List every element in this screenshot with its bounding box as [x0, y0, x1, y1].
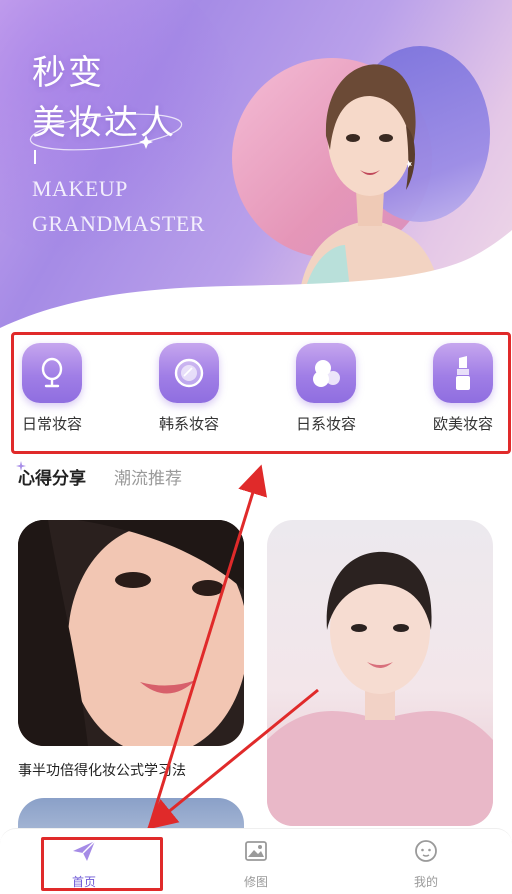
profile-face-icon: [415, 840, 437, 862]
nav-edit-photo[interactable]: 修图: [216, 839, 296, 890]
nav-label: 修图: [243, 875, 268, 889]
category-japanese-makeup[interactable]: 日系妆容: [276, 343, 376, 443]
nav-label: 首页: [71, 875, 96, 889]
category-label: 韩系妆容: [158, 415, 219, 433]
category-western-makeup[interactable]: 欧美妆容: [413, 343, 512, 443]
category-tile: [22, 343, 82, 403]
nav-home[interactable]: 首页: [44, 839, 124, 890]
tab-trend-recommend[interactable]: 潮流推荐: [114, 464, 182, 489]
puff-icon: [313, 360, 340, 387]
tab-experience-share[interactable]: 心得分享: [16, 461, 86, 489]
category-tile: [296, 343, 356, 403]
category-label: 日系妆容: [295, 415, 356, 433]
makeup-category-row: 日常妆容 韩系妆容 日系妆容 欧美妆容: [11, 332, 511, 454]
nav-label: 我的: [413, 875, 438, 889]
bottom-navigation: 首页 修图 我的: [0, 828, 512, 894]
banner-wave: [0, 230, 512, 340]
model-photo: [267, 551, 493, 826]
category-label: 日常妆容: [21, 415, 82, 433]
model-photo: [18, 520, 244, 746]
banner-orbit-decoration: [29, 113, 183, 151]
compact-icon: [174, 358, 204, 388]
lipstick-icon: [456, 356, 470, 390]
category-daily-makeup[interactable]: 日常妆容: [2, 343, 102, 443]
category-tile: [159, 343, 219, 403]
banner-title-line1: 秒变: [32, 53, 104, 93]
hero-banner: 秒变 美妆达人 MAKEUP GRANDMASTER: [0, 0, 512, 340]
banner-divider: [34, 150, 36, 164]
article-card-image[interactable]: [18, 520, 244, 746]
category-tile: [433, 343, 493, 403]
category-korean-makeup[interactable]: 韩系妆容: [139, 343, 239, 443]
image-edit-icon: [245, 841, 267, 861]
nav-profile[interactable]: 我的: [386, 839, 466, 890]
sparkle-icon: [16, 461, 26, 471]
category-label: 欧美妆容: [432, 415, 493, 433]
mirror-icon: [41, 357, 63, 388]
article-card-title[interactable]: 事半功倍得化妆公式学习法: [18, 760, 186, 780]
tab-label: 心得分享: [18, 469, 86, 489]
banner-subtitle-line1: MAKEUP: [32, 176, 128, 201]
article-card-image[interactable]: [267, 520, 493, 826]
home-icon: [73, 840, 96, 861]
tab-label: 潮流推荐: [114, 469, 182, 489]
